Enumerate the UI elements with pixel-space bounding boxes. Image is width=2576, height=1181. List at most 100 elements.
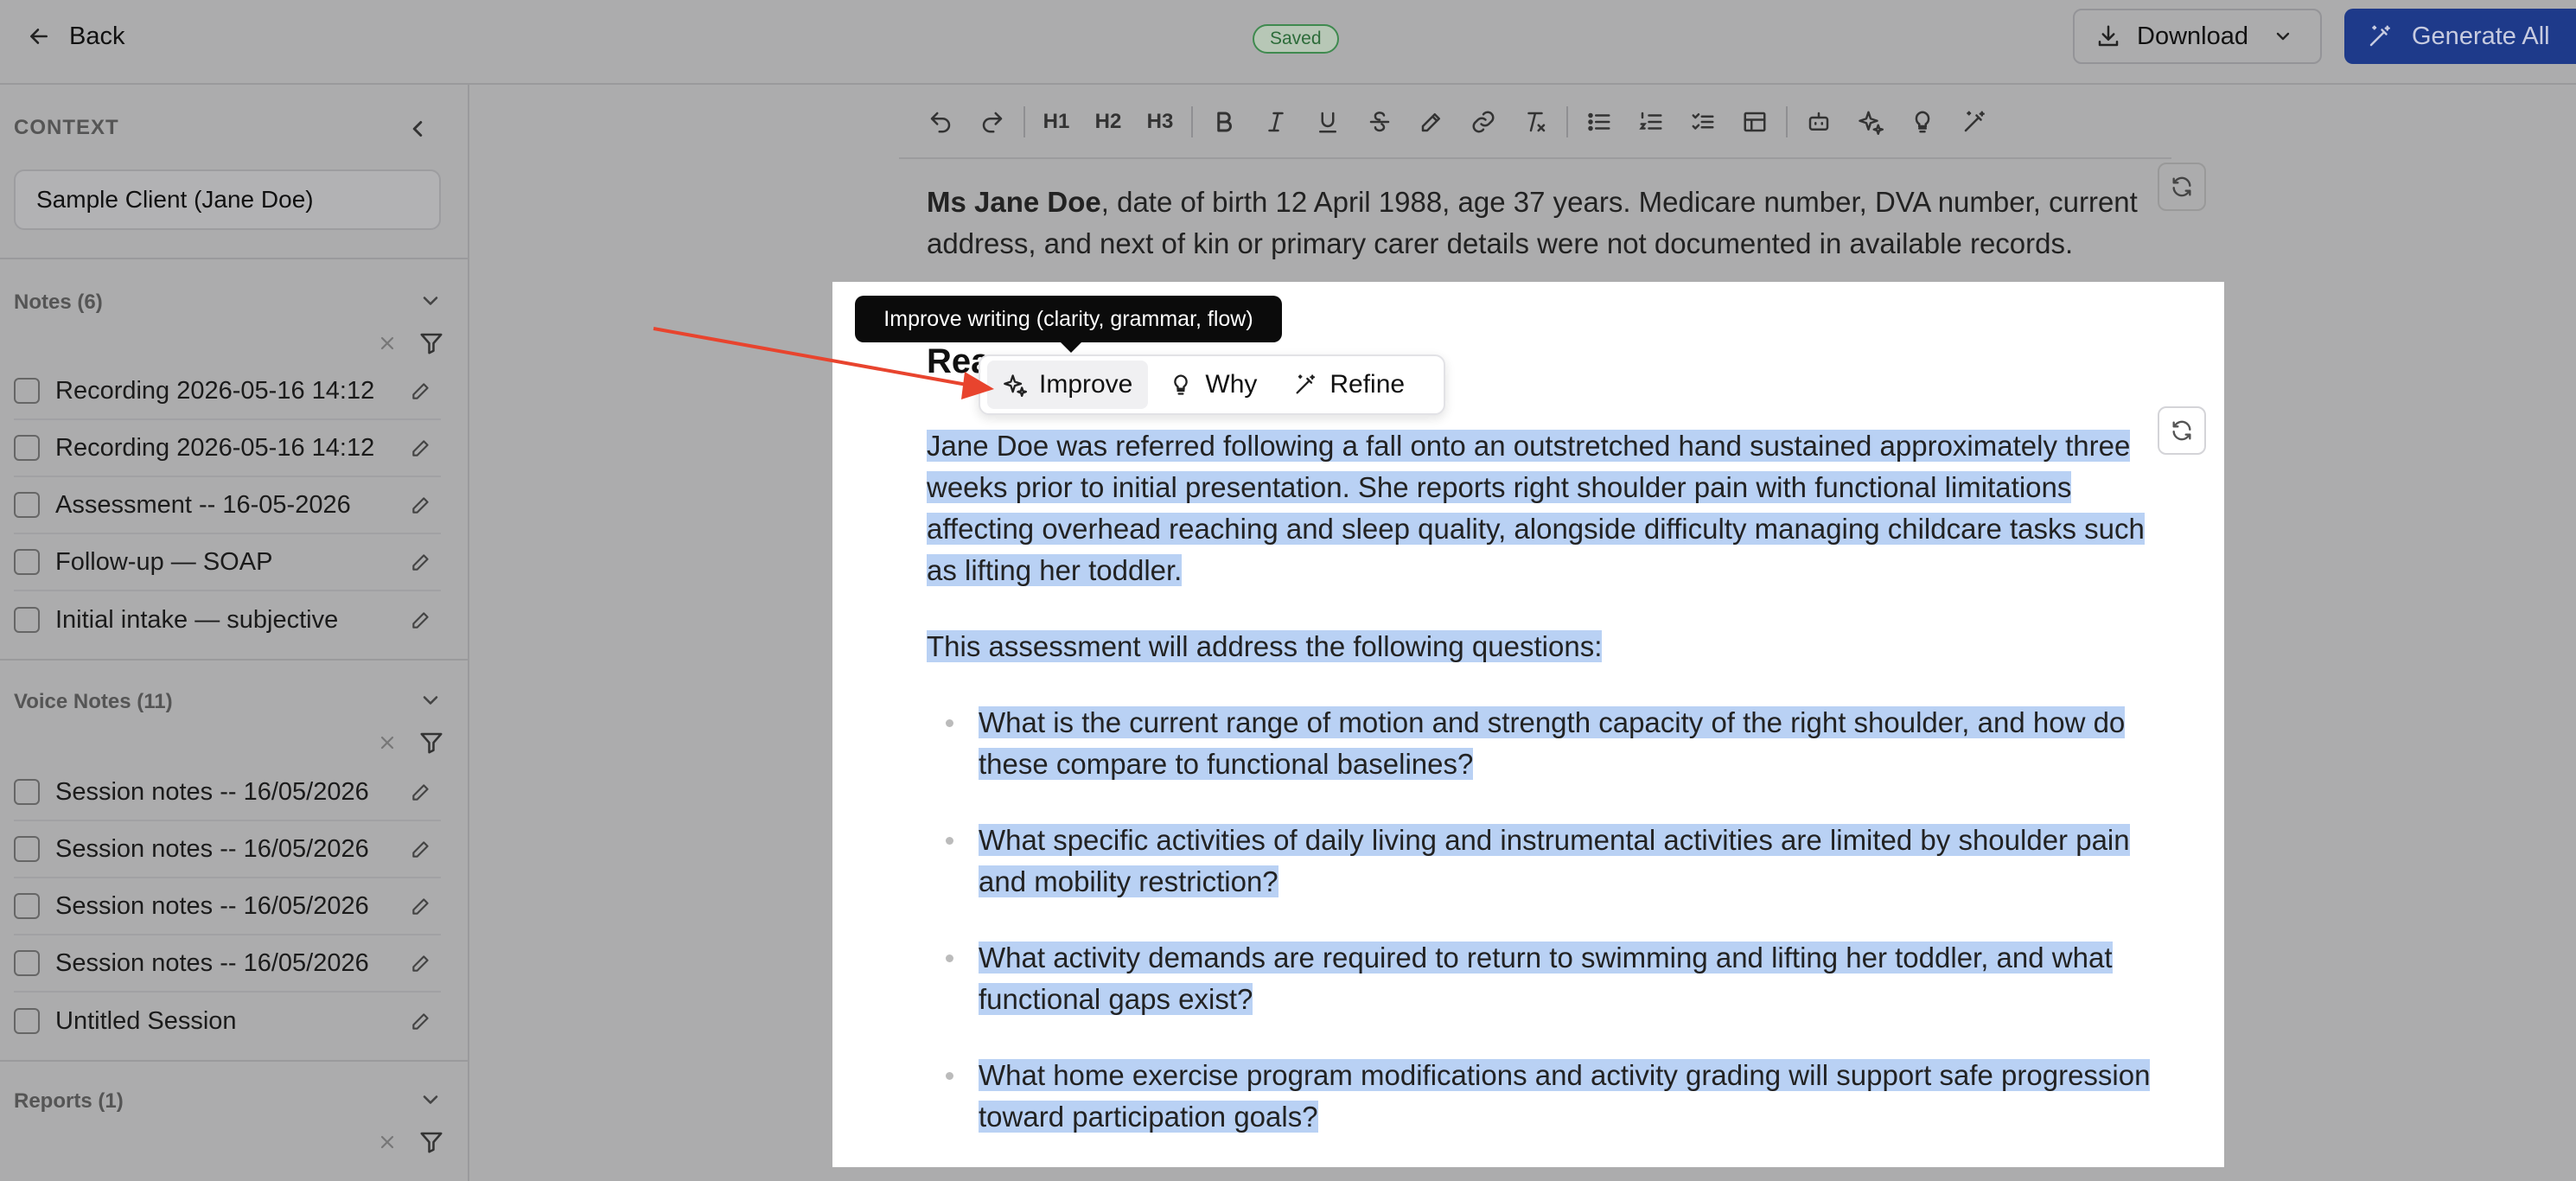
bullet-list-button[interactable]: [1573, 99, 1625, 145]
divider: [0, 1060, 468, 1062]
why-button[interactable]: [1897, 99, 1948, 145]
why-button[interactable]: Why: [1153, 361, 1272, 409]
heading-2-button[interactable]: H2: [1082, 99, 1134, 145]
ai-action-menu: Improve Why Refine: [979, 354, 1445, 415]
clear-format-button[interactable]: [1509, 99, 1561, 145]
back-button[interactable]: Back: [28, 17, 124, 55]
voice-note-checkbox[interactable]: [14, 836, 40, 862]
list-item[interactable]: What specific activities of daily living…: [927, 820, 2154, 903]
regenerate-section-button[interactable]: [2158, 163, 2206, 211]
saved-badge: Saved: [1253, 24, 1339, 54]
numbered-list-button[interactable]: [1625, 99, 1677, 145]
pencil-icon[interactable]: [410, 551, 432, 573]
selected-text: What home exercise program modifications…: [979, 1059, 2151, 1133]
voice-note-item[interactable]: Session notes -- 16/05/2026: [14, 764, 441, 821]
heading-3-button[interactable]: H3: [1134, 99, 1186, 145]
lightbulb-icon: [1915, 111, 1930, 133]
note-checkbox[interactable]: [14, 549, 40, 575]
filter-icon[interactable]: [418, 730, 444, 756]
list-item[interactable]: What activity demands are required to re…: [927, 937, 2154, 1020]
voice-note-label: Session notes -- 16/05/2026: [55, 834, 369, 863]
pencil-icon[interactable]: [410, 838, 432, 860]
chevron-left-icon[interactable]: [405, 116, 430, 142]
list-item[interactable]: What is the current range of motion and …: [927, 702, 2154, 785]
strikethrough-button[interactable]: [1354, 99, 1406, 145]
lightbulb-icon: [1174, 374, 1189, 395]
pencil-icon[interactable]: [410, 781, 432, 803]
underline-button[interactable]: [1302, 99, 1354, 145]
pencil-icon[interactable]: [410, 494, 432, 516]
generate-all-label: Generate All: [2412, 22, 2550, 50]
redo-button[interactable]: [966, 99, 1018, 145]
voice-note-checkbox[interactable]: [14, 893, 40, 919]
clear-filter-icon[interactable]: [377, 1132, 398, 1152]
note-item[interactable]: Assessment -- 16-05-2026: [14, 477, 441, 534]
ai-assistant-button[interactable]: [1793, 99, 1845, 145]
highlight-button[interactable]: [1406, 99, 1457, 145]
client-details-paragraph[interactable]: Ms Jane Doe, date of birth 12 April 1988…: [927, 182, 2146, 265]
questions-intro[interactable]: This assessment will address the followi…: [927, 626, 2154, 667]
sparkles-icon: [1004, 374, 1027, 397]
table-button[interactable]: [1729, 99, 1781, 145]
improve-tooltip: Improve writing (clarity, grammar, flow): [855, 296, 1282, 353]
undo-button[interactable]: [915, 99, 966, 145]
italic-button[interactable]: [1250, 99, 1302, 145]
pencil-icon[interactable]: [410, 437, 432, 459]
voice-note-checkbox[interactable]: [14, 950, 40, 976]
note-checkbox[interactable]: [14, 492, 40, 518]
toolbar-separator: [1566, 106, 1568, 137]
voice-note-item[interactable]: Session notes -- 16/05/2026: [14, 878, 441, 935]
clear-format-icon: [1527, 112, 1546, 132]
note-checkbox[interactable]: [14, 435, 40, 461]
note-checkbox[interactable]: [14, 607, 40, 633]
chevron-down-icon: [2276, 32, 2290, 41]
chevron-down-icon[interactable]: [418, 1088, 443, 1112]
voice-note-checkbox[interactable]: [14, 779, 40, 805]
note-item[interactable]: Recording 2026-05-16 14:12: [14, 363, 441, 420]
generate-all-button[interactable]: Generate All: [2344, 9, 2576, 64]
pencil-icon[interactable]: [410, 952, 432, 974]
voice-note-item[interactable]: Untitled Session: [14, 993, 441, 1050]
regenerate-section-button[interactable]: [2158, 406, 2206, 455]
why-label: Why: [1205, 370, 1258, 399]
client-name: Ms Jane Doe: [927, 186, 1101, 218]
voice-note-item[interactable]: Session notes -- 16/05/2026: [14, 935, 441, 993]
filter-icon[interactable]: [418, 330, 444, 356]
magic-wand-icon: [2369, 25, 2390, 47]
refine-button[interactable]: Refine: [1278, 361, 1420, 409]
strikethrough-icon: [1369, 112, 1390, 132]
link-button[interactable]: [1457, 99, 1509, 145]
selected-text: Jane Doe was referred following a fall o…: [927, 430, 2145, 586]
note-item[interactable]: Initial intake — subjective: [14, 591, 441, 648]
pencil-icon[interactable]: [410, 609, 432, 631]
download-button[interactable]: Download: [2073, 9, 2322, 64]
checklist-icon: [1692, 113, 1714, 130]
refine-button[interactable]: [1948, 99, 2000, 145]
improve-button[interactable]: Improve: [987, 361, 1149, 409]
pencil-icon[interactable]: [410, 1010, 432, 1032]
bold-button[interactable]: [1198, 99, 1250, 145]
filter-icon[interactable]: [418, 1129, 444, 1155]
pencil-icon[interactable]: [410, 895, 432, 917]
note-checkbox[interactable]: [14, 378, 40, 404]
voice-note-checkbox[interactable]: [14, 1008, 40, 1034]
checklist-button[interactable]: [1677, 99, 1729, 145]
link-icon: [1472, 111, 1495, 133]
list-item[interactable]: What home exercise program modifications…: [927, 1055, 2154, 1138]
clear-filter-icon[interactable]: [377, 333, 398, 354]
referral-paragraph[interactable]: Jane Doe was referred following a fall o…: [927, 425, 2154, 591]
notes-section-title: Notes (6): [14, 290, 103, 314]
chevron-down-icon[interactable]: [418, 688, 443, 712]
pencil-icon[interactable]: [410, 380, 432, 402]
note-item[interactable]: Follow-up — SOAP: [14, 534, 441, 591]
chevron-down-icon[interactable]: [418, 289, 443, 313]
heading-1-button[interactable]: H1: [1030, 99, 1082, 145]
note-label: Follow-up — SOAP: [55, 547, 273, 576]
toolbar-separator: [1786, 106, 1788, 137]
client-selector[interactable]: Sample Client (Jane Doe): [14, 169, 441, 230]
selected-text: What is the current range of motion and …: [979, 706, 2126, 780]
note-item[interactable]: Recording 2026-05-16 14:12: [14, 420, 441, 477]
clear-filter-icon[interactable]: [377, 732, 398, 753]
sparkles-button[interactable]: [1845, 99, 1897, 145]
voice-note-item[interactable]: Session notes -- 16/05/2026: [14, 821, 441, 878]
